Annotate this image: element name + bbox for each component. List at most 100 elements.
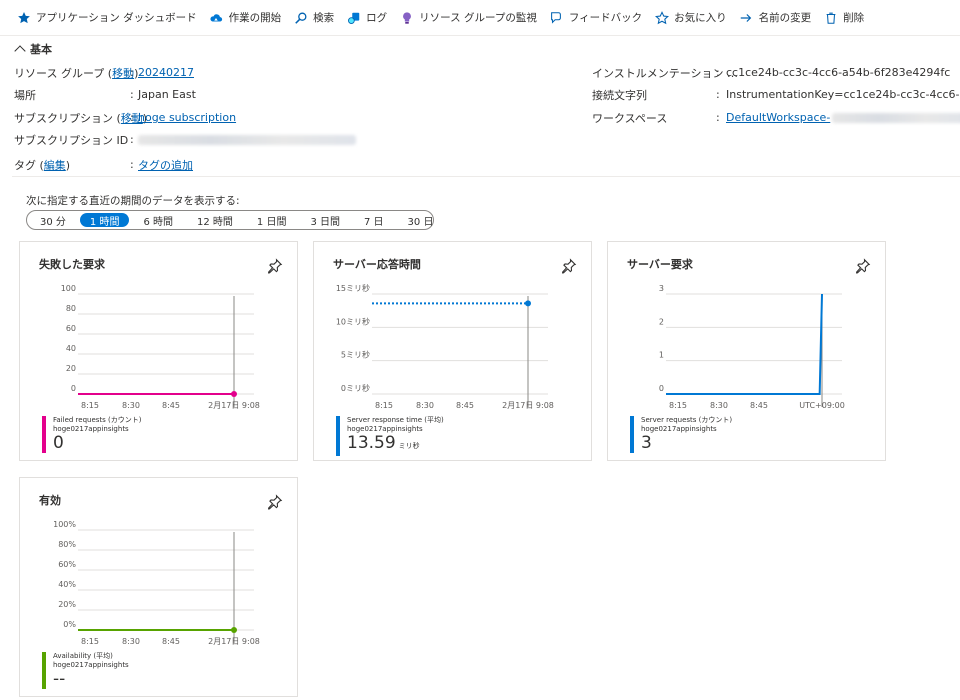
- time-range-option[interactable]: 7 日: [354, 213, 394, 228]
- essentials-separator: :: [716, 66, 720, 79]
- search-button[interactable]: 検索: [293, 0, 334, 36]
- time-range-selector: 30 分1 時間 6 時間 12 時間 1 日間 3 日間 7 日 30 日: [26, 210, 434, 230]
- legend-value-unit: ミリ秒: [398, 442, 420, 450]
- time-range-option[interactable]: 3 日間: [300, 213, 350, 228]
- feedback-label: フィードバック: [568, 12, 643, 24]
- legend-value: 0: [53, 434, 141, 453]
- feedback-button[interactable]: フィードバック: [549, 0, 642, 36]
- tile-title: サーバー要求: [627, 258, 693, 271]
- logs-button[interactable]: ログ: [346, 0, 387, 36]
- essentials-key: リソース グループ (移動): [14, 65, 138, 81]
- pin-icon[interactable]: [561, 258, 577, 274]
- y-tick-label: 5ミリ秒: [341, 350, 370, 360]
- x-tick-label: 8:15: [375, 401, 393, 410]
- tile-legend[interactable]: Availability (平均) hoge0217appinsights --: [42, 652, 129, 689]
- metric-tile[interactable]: サーバー要求 3 2 1 0 8:15 8:30 8:45 UTC+09:00 Server re…: [607, 241, 886, 461]
- legend-metric-name: Failed requests (カウント): [53, 416, 142, 424]
- star-icon: [16, 10, 31, 25]
- legend-resource-name: hoge0217appinsights: [641, 425, 717, 433]
- app-dashboard-label: アプリケーション ダッシュボード: [36, 12, 197, 24]
- redacted-value: [832, 113, 960, 123]
- search-label: 検索: [313, 12, 335, 24]
- essentials-key: ワークスペース: [592, 110, 667, 126]
- tile-legend[interactable]: Server response time (平均) hoge0217appinsi…: [336, 416, 444, 456]
- pin-icon[interactable]: [855, 258, 871, 274]
- rename-button[interactable]: 名前の変更: [739, 0, 812, 36]
- delete-label: 削除: [843, 12, 865, 24]
- essentials-key: サブスクリプション ID: [14, 132, 128, 148]
- command-bar: アプリケーション ダッシュボード 作業の開始 検索 ログ リソース グループの監視 フィー…: [0, 0, 960, 36]
- essentials-key-text: 接続文字列: [592, 88, 647, 102]
- legend-value-number: --: [53, 669, 66, 689]
- time-range-option[interactable]: 30 分: [30, 213, 76, 228]
- cloud-icon: [209, 10, 224, 25]
- tile-title: 失敗した要求: [39, 258, 105, 271]
- x-tick-label: 8:15: [81, 637, 99, 646]
- favorites-button[interactable]: お気に入り: [654, 0, 727, 36]
- tile-legend[interactable]: Failed requests (カウント) hoge0217appinsight…: [42, 416, 141, 453]
- delete-button[interactable]: 削除: [823, 0, 864, 36]
- essentials-value: InstrumentationKey=cc1ce24b-cc3c-4cc6-a5…: [726, 88, 960, 101]
- legend-metric-name: Server requests (カウント): [641, 416, 733, 424]
- monitor-rg-button[interactable]: リソース グループの監視: [399, 0, 537, 36]
- x-tick-label: 2月17日 9:08: [208, 401, 260, 410]
- metric-tile[interactable]: サーバー応答時間 15ミリ秒 10ミリ秒 5ミリ秒 0ミリ秒 8:15 8:30 8:45 2月…: [313, 241, 592, 461]
- essentials-value[interactable]: タグの追加: [138, 157, 193, 173]
- metric-tile[interactable]: 失敗した要求 100 80 60 40 20 0 8:15 8:30 8:45 2月17日 9:08…: [19, 241, 298, 461]
- app-dashboard-button[interactable]: アプリケーション ダッシュボード: [16, 0, 197, 36]
- tile-legend[interactable]: Server requests (カウント) hoge0217appinsight…: [630, 416, 732, 453]
- getting-started-button[interactable]: 作業の開始: [209, 0, 282, 36]
- time-range-option[interactable]: 30 日: [398, 213, 444, 228]
- y-tick-label: 100%: [53, 520, 76, 529]
- time-range-option[interactable]: 12 時間: [187, 213, 243, 228]
- time-range-option[interactable]: 6 時間: [133, 213, 183, 228]
- essentials-value[interactable]: DefaultWorkspace-: [726, 111, 960, 124]
- series-line: [666, 293, 823, 395]
- y-tick-label: 0: [659, 384, 664, 393]
- essentials-value: cc1ce24b-cc3c-4cc6-a54b-6f283e4294fc: [726, 66, 950, 79]
- x-tick-label: 8:45: [456, 401, 474, 410]
- y-tick-label: 60%: [58, 560, 76, 569]
- essentials-row: リソース グループ (移動):20240217: [14, 61, 574, 84]
- essentials-value[interactable]: hoge subscription: [138, 111, 236, 124]
- essentials-separator: :: [716, 111, 720, 124]
- essentials-separator: :: [130, 66, 134, 79]
- essentials-separator: :: [130, 158, 134, 171]
- metric-tile[interactable]: 有効 100% 80% 60% 40% 20% 0% 8:15 8:30 8:45 2月17日 9:…: [19, 477, 298, 697]
- series-endpoint: [231, 627, 237, 633]
- essentials-value[interactable]: 20240217: [138, 66, 194, 79]
- metric-chart: 100 80 60 40 20 0 8:15 8:30 8:45 2月17日 9:08: [61, 284, 260, 410]
- pin-icon[interactable]: [267, 494, 283, 510]
- metric-chart: 15ミリ秒 10ミリ秒 5ミリ秒 0ミリ秒 8:15 8:30 8:45 2月17日 9:08: [336, 283, 554, 410]
- pin-icon[interactable]: [267, 258, 283, 274]
- search-icon: [293, 10, 308, 25]
- y-tick-label: 0: [71, 384, 76, 393]
- legend-resource-name: hoge0217appinsights: [53, 425, 129, 433]
- legend-metric-name: Availability (平均): [53, 652, 113, 660]
- essentials-divider: [12, 176, 960, 177]
- y-tick-label: 10ミリ秒: [336, 316, 370, 326]
- feedback-icon: [549, 10, 564, 25]
- essentials-value-text: Japan East: [138, 88, 196, 101]
- essentials-row: サブスクリプション ID:: [14, 128, 574, 151]
- bulb-icon: [399, 10, 414, 25]
- legend-value-number: 13.59: [347, 433, 396, 453]
- essentials-toggle[interactable]: 基本: [14, 41, 52, 57]
- essentials-key-text: タグ (: [14, 158, 44, 172]
- essentials-value-text: 20240217: [138, 66, 194, 79]
- monitor-rg-label: リソース グループの監視: [419, 12, 537, 24]
- time-range-option[interactable]: 1 日間: [247, 213, 297, 228]
- x-tick-label: 8:45: [162, 401, 180, 410]
- legend-value-number: 3: [641, 433, 652, 453]
- time-range-option[interactable]: 1 時間: [79, 213, 130, 228]
- essentials-key-link[interactable]: 編集: [44, 159, 66, 172]
- y-tick-label: 40%: [58, 580, 76, 589]
- redacted-value: [138, 135, 356, 145]
- essentials-key: 接続文字列: [592, 87, 647, 103]
- essentials-separator: :: [716, 88, 720, 101]
- getting-started-label: 作業の開始: [228, 12, 282, 24]
- essentials-separator: :: [130, 88, 134, 101]
- series-endpoint: [231, 391, 237, 397]
- legend-value: 13.59 ミリ秒: [347, 434, 444, 456]
- rename-label: 名前の変更: [758, 12, 812, 24]
